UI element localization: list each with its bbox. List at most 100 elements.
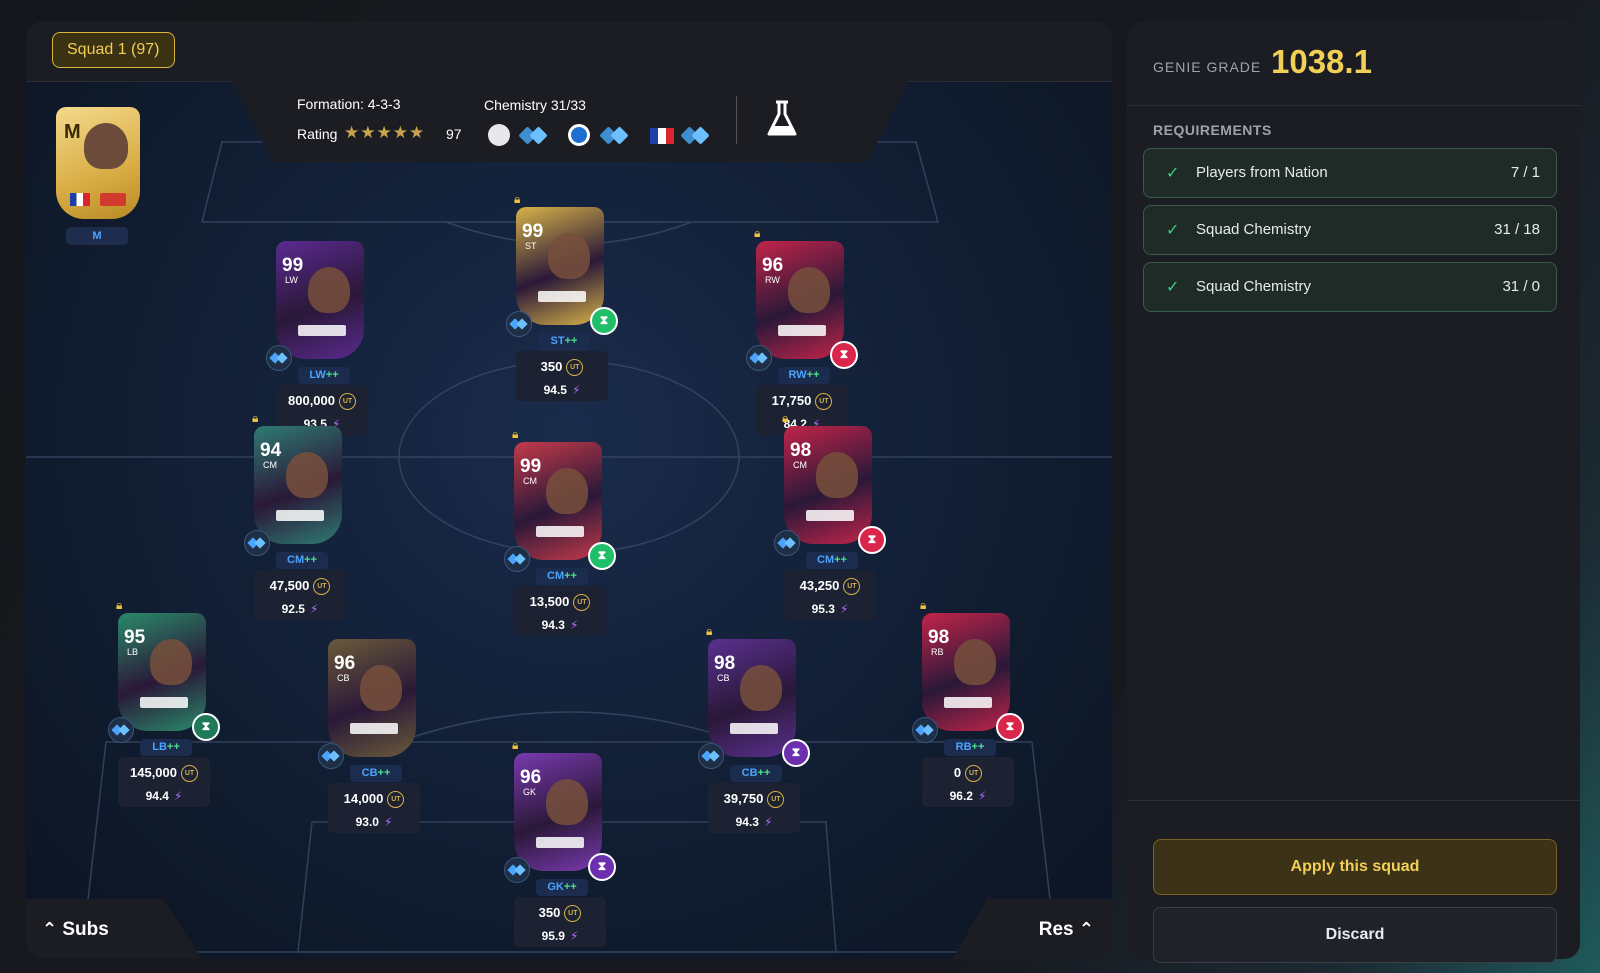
lock-icon[interactable]: 🔒︎	[782, 412, 794, 424]
bolt-icon: ⚡︎	[383, 815, 393, 829]
requirement-value: 31 / 0	[1502, 278, 1540, 295]
player-grade: 95.3 ⚡︎	[784, 602, 876, 616]
player-slot[interactable]: 99 LW LW++ 800,000 UT 93.5 ⚡︎	[266, 241, 376, 451]
price-value: 39,750	[723, 791, 764, 806]
checkmark-icon: ✓	[1166, 279, 1180, 296]
card-rating: 96	[334, 653, 356, 674]
price-value: 0	[953, 765, 962, 780]
player-card[interactable]: 99 CM	[514, 442, 602, 560]
position-tag: LW++	[298, 367, 350, 384]
player-slot[interactable]: 96 GK 🔒︎ ⧗ GK++ 350 UT 95.9 ⚡︎	[504, 739, 616, 959]
player-portrait	[360, 665, 402, 711]
price-value: 800,000	[288, 393, 335, 408]
lock-icon[interactable]: 🔒︎	[706, 625, 718, 637]
lock-icon[interactable]: 🔒︎	[920, 599, 932, 611]
player-portrait	[546, 468, 588, 514]
card-position: RB	[931, 647, 944, 657]
chemistry-label: Chemistry 31/33	[484, 97, 586, 113]
player-card[interactable]: 98 CB	[708, 639, 796, 757]
player-stats: 47,500 UT 92.5 ⚡︎	[254, 570, 346, 620]
player-stats: 14,000 UT 93.0 ⚡︎	[328, 783, 420, 833]
player-card[interactable]: 95 LB	[118, 613, 206, 731]
player-card[interactable]: 94 CM	[254, 426, 342, 544]
player-price: 17,750 UT	[756, 393, 848, 411]
player-portrait	[308, 267, 350, 313]
position-tag-label: CB	[361, 767, 378, 779]
player-slot[interactable]: 95 LB 🔒︎ ⧗ LB++ 145,000 UT 94.4 ⚡︎	[108, 599, 220, 823]
rating-value: 97	[446, 126, 462, 142]
squad-topbar: Squad 1 (97)	[26, 21, 1112, 82]
card-rating: 99	[520, 456, 542, 477]
manager-card[interactable]: M	[56, 107, 140, 219]
price-value: 47,500	[269, 578, 310, 593]
lock-icon[interactable]: 🔒︎	[512, 739, 524, 751]
chemistry-icon	[504, 857, 530, 883]
player-price: 0 UT	[922, 765, 1014, 783]
lock-icon[interactable]: 🔒︎	[514, 193, 526, 205]
player-slot[interactable]: 99 ST 🔒︎ ⧗ ST++ 350 UT 94.5 ⚡︎	[506, 193, 618, 417]
squad-info-panel	[232, 81, 908, 162]
player-slot[interactable]: 98 RB 🔒︎ ⧗ RB++ 0 UT 96.2 ⚡︎	[912, 599, 1024, 823]
price-value: 145,000	[130, 765, 177, 780]
manager-letter: M	[64, 121, 81, 143]
evolution-icon[interactable]: ⧗	[782, 739, 810, 767]
flask-icon[interactable]	[764, 99, 800, 139]
player-card[interactable]: 96 CB	[328, 639, 416, 757]
position-plus: ++	[325, 369, 339, 381]
player-card[interactable]: 96 RW	[756, 241, 844, 359]
player-card[interactable]: 96 GK	[514, 753, 602, 871]
evolution-icon[interactable]: ⧗	[588, 542, 616, 570]
card-rating: 95	[124, 627, 146, 648]
player-card[interactable]: 98 RB	[922, 613, 1010, 731]
card-rating: 98	[714, 653, 736, 674]
apply-squad-button[interactable]: Apply this squad	[1153, 839, 1557, 895]
player-price: 800,000 UT	[276, 393, 368, 411]
evolution-icon[interactable]: ⧗	[590, 307, 618, 335]
lock-icon[interactable]: 🔒︎	[754, 227, 766, 239]
bolt-icon: ⚡︎	[763, 815, 773, 829]
squad-selector[interactable]: Squad 1 (97)	[52, 32, 175, 68]
player-slot[interactable]: 94 CM 🔒︎ CM++ 47,500 UT 92.5 ⚡︎	[244, 412, 354, 636]
card-rating: 99	[522, 221, 544, 242]
player-price: 14,000 UT	[328, 791, 420, 809]
requirement-label: Players from Nation	[1196, 164, 1328, 181]
discard-button[interactable]: Discard	[1153, 907, 1557, 963]
player-card[interactable]: 98 CM	[784, 426, 872, 544]
squad-builder-panel: Squad 1 (97) Formation: 4-3-3 Chemistry …	[26, 21, 1112, 959]
position-tag: LB++	[140, 739, 192, 756]
position-tag: GK++	[536, 879, 588, 896]
bolt-icon: ⚡︎	[569, 929, 579, 943]
player-card[interactable]: 99 ST	[516, 207, 604, 325]
evolution-icon[interactable]: ⧗	[192, 713, 220, 741]
grade-value: 95.3	[811, 602, 835, 616]
evolution-icon[interactable]: ⧗	[858, 526, 886, 554]
player-slot[interactable]: 96 CB CB++ 14,000 UT 93.0 ⚡︎	[318, 639, 428, 849]
evolution-icon[interactable]: ⧗	[830, 341, 858, 369]
coin-icon: UT	[387, 791, 405, 809]
player-slot[interactable]: 99 CM 🔒︎ ⧗ CM++ 13,500 UT 94.3 ⚡︎	[504, 428, 616, 652]
player-stats: 350 UT 94.5 ⚡︎	[516, 351, 608, 401]
position-tag: RB++	[944, 739, 996, 756]
evolution-icon[interactable]: ⧗	[996, 713, 1024, 741]
player-grade: 94.3 ⚡︎	[514, 618, 606, 632]
bolt-icon: ⚡︎	[173, 789, 183, 803]
player-slot[interactable]: 98 CB 🔒︎ ⧗ CB++ 39,750 UT 94.3 ⚡︎	[698, 625, 810, 849]
position-tag-label: GK	[547, 881, 564, 893]
lock-icon[interactable]: 🔒︎	[252, 412, 264, 424]
player-price: 43,250 UT	[784, 578, 876, 596]
genie-grade-value: 1038.1	[1271, 43, 1372, 80]
player-card[interactable]: 99 LW	[276, 241, 364, 359]
card-rating: 96	[520, 767, 542, 788]
player-slot[interactable]: 98 CM 🔒︎ ⧗ CM++ 43,250 UT 95.3 ⚡︎	[774, 412, 886, 636]
lock-icon[interactable]: 🔒︎	[116, 599, 128, 611]
card-rating: 96	[762, 255, 784, 276]
bolt-icon: ⚡︎	[571, 383, 581, 397]
requirement-value: 31 / 18	[1494, 221, 1540, 238]
player-slot[interactable]: 96 RW 🔒︎ ⧗ RW++ 17,750 UT 84.2 ⚡︎	[746, 227, 858, 451]
lock-icon[interactable]: 🔒︎	[512, 428, 524, 440]
grade-value: 94.4	[145, 789, 169, 803]
price-value: 350	[540, 359, 563, 374]
evolution-icon[interactable]: ⧗	[588, 853, 616, 881]
checkmark-icon: ✓	[1166, 165, 1180, 182]
card-rating: 94	[260, 440, 282, 461]
